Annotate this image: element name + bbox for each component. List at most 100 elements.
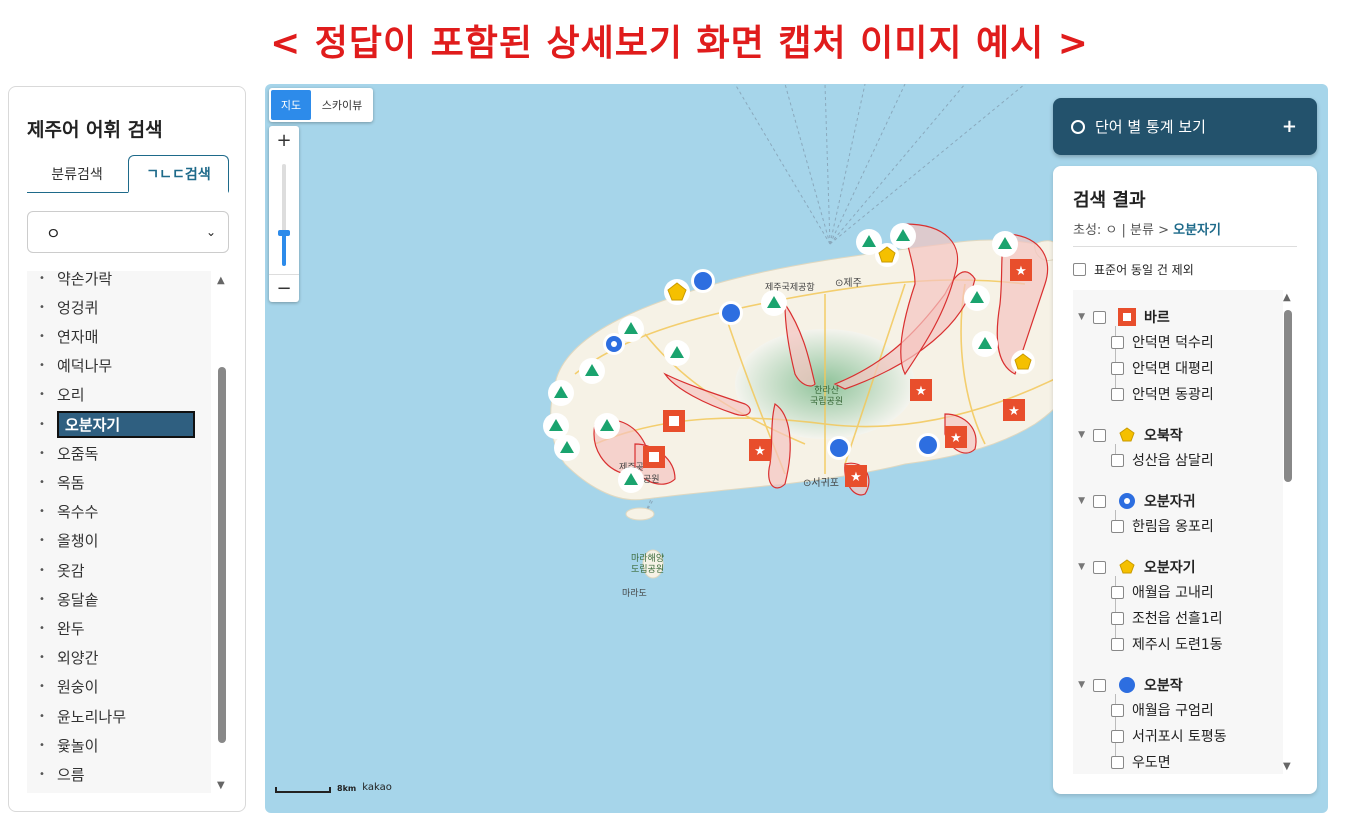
list-item[interactable]: • 오분자기 [27, 410, 195, 438]
yellow-pentagon-marker[interactable] [875, 243, 899, 267]
list-item[interactable]: • 연자매 [27, 324, 98, 348]
zoom-slider-handle[interactable] [278, 230, 290, 236]
item-checkbox[interactable] [1111, 755, 1124, 769]
red-star-marker[interactable]: ★ [749, 439, 771, 461]
exclude-standard-checkbox[interactable] [1073, 263, 1086, 276]
result-group[interactable]: ▼ 오분자기 [1073, 556, 1196, 578]
red-star-marker[interactable]: ★ [845, 465, 867, 487]
result-item[interactable]: 제주시 도련1동 [1111, 634, 1223, 654]
result-item[interactable]: 서귀포시 토평동 [1111, 726, 1227, 746]
green-triangle-marker[interactable] [618, 467, 644, 493]
red-star-marker[interactable]: ★ [910, 379, 932, 401]
blue-circle-marker[interactable] [691, 269, 715, 293]
red-star-marker[interactable]: ★ [1010, 259, 1032, 281]
result-item[interactable]: 우도면 [1111, 752, 1171, 772]
green-triangle-marker[interactable] [992, 231, 1018, 257]
list-item[interactable]: • 엉겅퀴 [27, 295, 98, 319]
list-item[interactable]: • 오줌독 [27, 441, 98, 465]
result-item[interactable]: 애월읍 고내리 [1111, 582, 1214, 602]
result-item[interactable]: 안덕면 대평리 [1111, 358, 1214, 378]
map-type-map-button[interactable]: 지도 [271, 90, 311, 120]
list-item[interactable]: • 옥돔 [27, 470, 85, 494]
result-group[interactable]: ▼ 오북작 [1073, 424, 1183, 446]
green-triangle-marker[interactable] [972, 331, 998, 357]
list-item[interactable]: • 옥수수 [27, 500, 98, 524]
collapse-caret-icon[interactable]: ▼ [1073, 312, 1085, 322]
green-triangle-marker[interactable] [554, 435, 580, 461]
green-triangle-marker[interactable] [594, 413, 620, 439]
list-item[interactable]: • 오리 [27, 383, 85, 407]
scroll-up-icon[interactable]: ▲ [217, 275, 225, 286]
list-item[interactable]: • 으름 [27, 762, 85, 786]
result-group[interactable]: ▼ 오분자귀 [1073, 490, 1196, 512]
result-item[interactable]: 조천읍 선흘1리 [1111, 608, 1223, 628]
list-item[interactable]: • 원숭이 [27, 675, 98, 699]
map-type-skyview-button[interactable]: 스카이뷰 [313, 88, 371, 122]
list-item[interactable]: • 옷감 [27, 558, 85, 582]
item-checkbox[interactable] [1111, 585, 1124, 599]
item-checkbox[interactable] [1111, 703, 1124, 717]
blue-circle-marker[interactable] [827, 436, 851, 460]
red-square-marker[interactable] [643, 446, 665, 468]
collapse-caret-icon[interactable]: ▼ [1073, 562, 1085, 572]
blue-circle-marker[interactable] [916, 433, 940, 457]
list-item[interactable]: • 외양간 [27, 646, 98, 670]
item-checkbox[interactable] [1111, 611, 1124, 625]
red-square-marker[interactable] [663, 410, 685, 432]
item-checkbox[interactable] [1111, 361, 1124, 375]
result-group[interactable]: ▼ 오분작 [1073, 674, 1183, 696]
green-triangle-marker[interactable] [964, 285, 990, 311]
result-item[interactable]: 애월읍 구엄리 [1111, 700, 1214, 720]
green-triangle-marker[interactable] [664, 340, 690, 366]
green-triangle-marker[interactable] [761, 290, 787, 316]
red-star-marker[interactable]: ★ [945, 426, 967, 448]
zoom-in-button[interactable]: + [269, 126, 299, 154]
item-checkbox[interactable] [1111, 637, 1124, 651]
green-triangle-marker[interactable] [543, 413, 569, 439]
list-item[interactable]: • 예덕나무 [27, 354, 112, 378]
collapse-caret-icon[interactable]: ▼ [1073, 430, 1085, 440]
group-checkbox[interactable] [1093, 310, 1106, 324]
blue-ring-marker[interactable] [603, 333, 625, 355]
collapse-caret-icon[interactable]: ▼ [1073, 496, 1085, 506]
group-checkbox[interactable] [1093, 678, 1106, 692]
tab-initial-search[interactable]: ㄱㄴㄷ검색 [128, 155, 229, 193]
zoom-out-button[interactable]: − [269, 274, 299, 302]
collapse-caret-icon[interactable]: ▼ [1073, 680, 1085, 690]
result-item[interactable]: 성산읍 삼달리 [1111, 450, 1214, 470]
item-checkbox[interactable] [1111, 519, 1124, 533]
scrollbar-thumb[interactable] [1284, 310, 1292, 482]
yellow-pentagon-marker[interactable] [664, 279, 690, 305]
yellow-pentagon-marker[interactable] [1011, 350, 1035, 374]
tab-category-search[interactable]: 분류검색 [27, 155, 127, 193]
result-item[interactable]: 안덕면 덕수리 [1111, 332, 1214, 352]
exclude-standard-option[interactable]: 표준어 동일 건 제외 [1073, 261, 1194, 278]
result-tree[interactable]: ▼ 바르안덕면 덕수리안덕면 대평리안덕면 동광리 ▼ 오북작성산읍 삼달리 ▼ 오분자귀… [1073, 290, 1283, 774]
item-checkbox[interactable] [1111, 729, 1124, 743]
scroll-down-icon[interactable]: ▼ [217, 780, 225, 791]
item-checkbox[interactable] [1111, 335, 1124, 349]
green-triangle-marker[interactable] [890, 223, 916, 249]
list-item[interactable]: • 윷놀이 [27, 733, 98, 757]
group-checkbox[interactable] [1093, 428, 1106, 442]
green-triangle-marker[interactable] [548, 380, 574, 406]
word-list[interactable]: • 약손가락 • 엉겅퀴 • 연자매 • 예덕나무 • 오리 • 오분자기 • 오줌독 • 옥돔 • 옥수수 • 올챙… [27, 271, 211, 793]
scrollbar-thumb[interactable] [218, 367, 226, 743]
red-star-marker[interactable]: ★ [1003, 399, 1025, 421]
list-item[interactable]: • 옹달솥 [27, 587, 98, 611]
result-item[interactable]: 안덕면 동광리 [1111, 384, 1214, 404]
result-scrollbar[interactable]: ▲ ▼ [1281, 290, 1295, 774]
group-checkbox[interactable] [1093, 560, 1106, 574]
green-triangle-marker[interactable] [579, 358, 605, 384]
result-item[interactable]: 한림읍 옹포리 [1111, 516, 1214, 536]
list-item[interactable]: • 윤노리나무 [27, 704, 126, 728]
list-item[interactable]: • 완두 [27, 616, 85, 640]
result-group[interactable]: ▼ 바르 [1073, 306, 1170, 328]
word-list-scrollbar[interactable]: ▲ ▼ [215, 271, 229, 793]
item-checkbox[interactable] [1111, 387, 1124, 401]
blue-circle-marker[interactable] [719, 301, 743, 325]
group-checkbox[interactable] [1093, 494, 1106, 508]
initial-consonant-select[interactable]: ㅇ ⌄ [27, 211, 229, 253]
scroll-down-icon[interactable]: ▼ [1283, 761, 1291, 772]
scroll-up-icon[interactable]: ▲ [1283, 292, 1291, 303]
